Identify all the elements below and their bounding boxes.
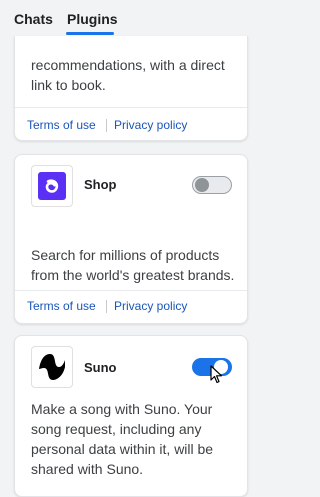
- privacy-policy-link[interactable]: Privacy policy: [114, 299, 187, 313]
- terms-of-use-link[interactable]: Terms of use: [27, 299, 96, 313]
- plugin-name: Suno: [84, 360, 117, 375]
- shop-toggle[interactable]: [192, 176, 232, 194]
- plugin-description: Search for millions of products from the…: [31, 247, 235, 283]
- tab-bar: Chats Plugins: [0, 0, 248, 40]
- tab-plugins[interactable]: Plugins: [67, 11, 118, 27]
- link-separator: [106, 119, 107, 132]
- plugin-description: recommendations, with a direct link to b…: [31, 57, 225, 93]
- toggle-knob: [195, 178, 209, 192]
- plugin-card: recommendations, with a direct link to b…: [14, 36, 248, 141]
- privacy-policy-link[interactable]: Privacy policy: [114, 118, 187, 132]
- shop-logo-icon: [31, 165, 73, 207]
- card-divider: [15, 290, 247, 291]
- card-divider: [15, 107, 247, 108]
- plugin-card-shop: Shop Search for millions of products fro…: [14, 154, 248, 324]
- suno-logo-icon: [31, 346, 73, 388]
- active-tab-indicator: [66, 32, 114, 35]
- terms-of-use-link[interactable]: Terms of use: [27, 118, 96, 132]
- plugin-name: Shop: [84, 177, 117, 192]
- plugin-card-suno: Suno Make a song with Suno. Your song re…: [14, 335, 248, 497]
- link-separator: [106, 300, 107, 313]
- mouse-pointer-icon: [210, 365, 223, 384]
- plugin-description: Make a song with Suno. Your song request…: [31, 401, 214, 477]
- tab-chats[interactable]: Chats: [14, 11, 53, 27]
